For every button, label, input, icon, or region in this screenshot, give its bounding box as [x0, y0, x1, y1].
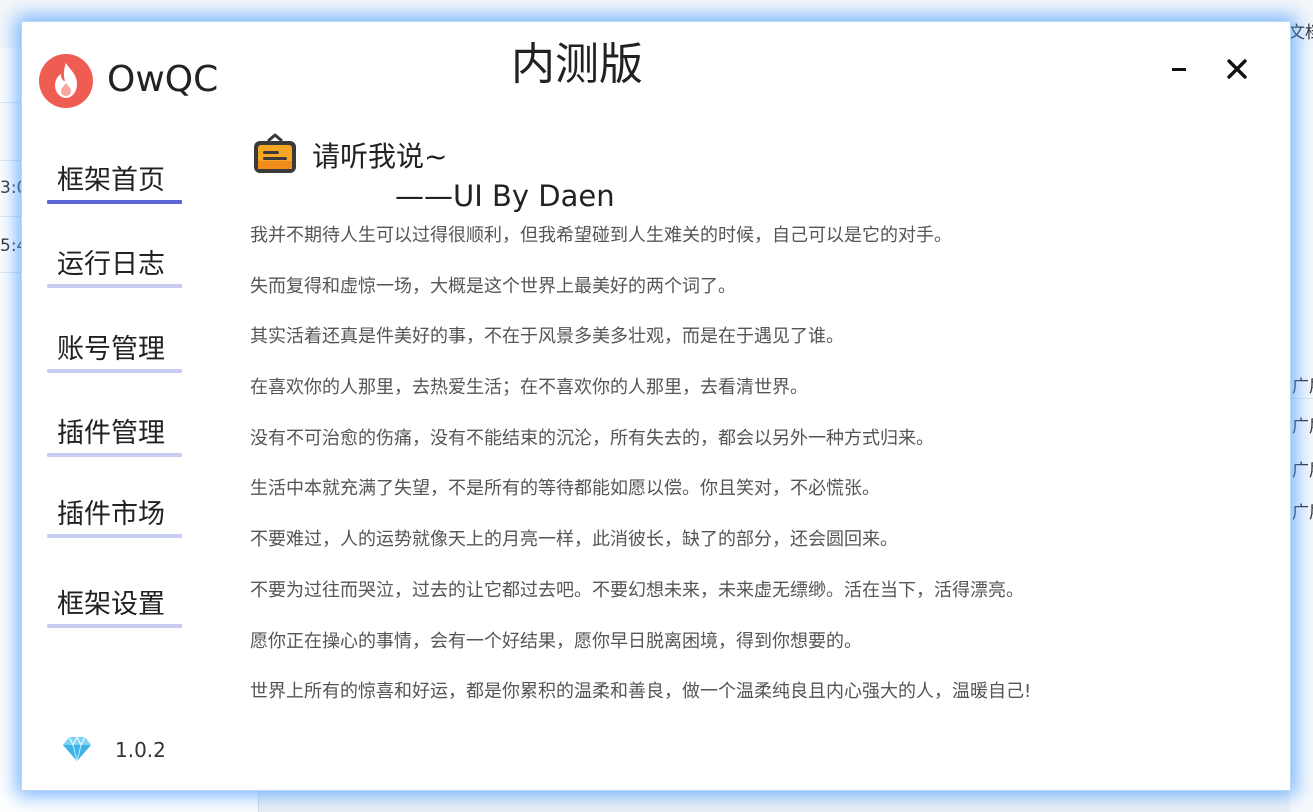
background-row-divider	[1290, 398, 1313, 399]
quote-line: 在喜欢你的人那里，去热爱生活；在不喜欢你的人那里，去看清世界。	[250, 377, 808, 399]
diamond-icon	[62, 735, 92, 762]
notice-board-icon	[252, 133, 298, 175]
close-icon	[1227, 59, 1247, 79]
sidebar-item-home[interactable]: 框架首页	[47, 148, 182, 208]
sidebar-item-settings[interactable]: 框架设置	[47, 572, 182, 632]
sidebar-item-accounts[interactable]: 账号管理	[47, 317, 182, 377]
version-label: 1.0.2	[115, 738, 166, 762]
sidebar-item-label: 插件市场	[57, 499, 165, 530]
sidebar-item-label: 框架首页	[57, 165, 165, 196]
sidebar: 框架首页 运行日志 账号管理 插件管理 插件市场 框架设置	[22, 122, 222, 652]
underline	[47, 284, 182, 288]
content-byline: ——UI By Daen	[395, 179, 615, 213]
quote-line: 愿你正在操心的事情，会有一个好结果，愿你早日脱离困境，得到你想要的。	[250, 630, 862, 652]
quote-line: 没有不可治愈的伤痛，没有不能结束的沉沦，所有失去的，都会以另外一种方式归来。	[250, 427, 934, 449]
quote-line: 我并不期待人生可以过得很顺利，但我希望碰到人生难关的时候，自己可以是它的对手。	[250, 225, 952, 246]
sidebar-item-label: 账号管理	[57, 334, 165, 365]
minimize-button[interactable]	[1166, 52, 1200, 86]
sidebar-item-log[interactable]: 运行日志	[47, 232, 182, 292]
sidebar-item-plugins[interactable]: 插件管理	[47, 401, 182, 461]
quote-line: 不要为过往而哭泣，过去的让它都过去吧。不要幻想未来，未来虚无缥缈。活在当下，活得…	[250, 579, 1024, 601]
close-button[interactable]	[1220, 52, 1254, 86]
app-window: OwQC 内测版 框架首页 运行日志 账号管理 插件管理 插件市场 框架设置 1…	[22, 22, 1290, 790]
quote-line: 生活中本就充满了失望，不是所有的等待都能如愿以偿。你且笑对，不必慌张。	[250, 478, 880, 500]
quote-line: 不要难过，人的运势就像天上的月亮一样，此消彼长，缺了的部分，还会圆回来。	[250, 529, 898, 551]
background-text: 广展	[1292, 461, 1313, 481]
app-name: OwQC	[107, 59, 219, 100]
quote-line: 其实活着还真是件美好的事，不在于风景多美多壮观，而是在于遇见了谁。	[250, 326, 844, 348]
minimize-icon	[1172, 68, 1186, 71]
flame-logo-icon	[39, 54, 93, 108]
underline	[47, 453, 182, 457]
background-text: 广展	[1292, 377, 1313, 397]
active-underline	[47, 200, 182, 204]
main-content: 请听我说~ ——UI By Daen 我并不期待人生可以过得很顺利，但我希望碰到…	[250, 127, 1250, 727]
window-title: 内测版	[511, 39, 643, 90]
sidebar-item-label: 插件管理	[57, 418, 165, 449]
content-heading: 请听我说~	[312, 140, 448, 173]
background-text: 文档版	[1288, 23, 1313, 43]
background-text: 广展	[1292, 417, 1313, 437]
quote-line: 世界上所有的惊喜和好运，都是你累积的温柔和善良，做一个温柔纯良且内心强大的人，温…	[250, 681, 1032, 703]
sidebar-item-label: 框架设置	[57, 589, 165, 620]
quote-list: 我并不期待人生可以过得很顺利，但我希望碰到人生难关的时候，自己可以是它的对手。 …	[250, 221, 1250, 728]
underline	[47, 534, 182, 538]
quote-line: 失而复得和虚惊一场，大概是这个世界上最美好的两个词了。	[250, 275, 736, 297]
sidebar-item-label: 运行日志	[57, 249, 165, 280]
sidebar-item-plugin-market[interactable]: 插件市场	[47, 482, 182, 542]
underline	[47, 369, 182, 373]
background-text: 广展	[1292, 503, 1313, 523]
underline	[47, 624, 182, 628]
